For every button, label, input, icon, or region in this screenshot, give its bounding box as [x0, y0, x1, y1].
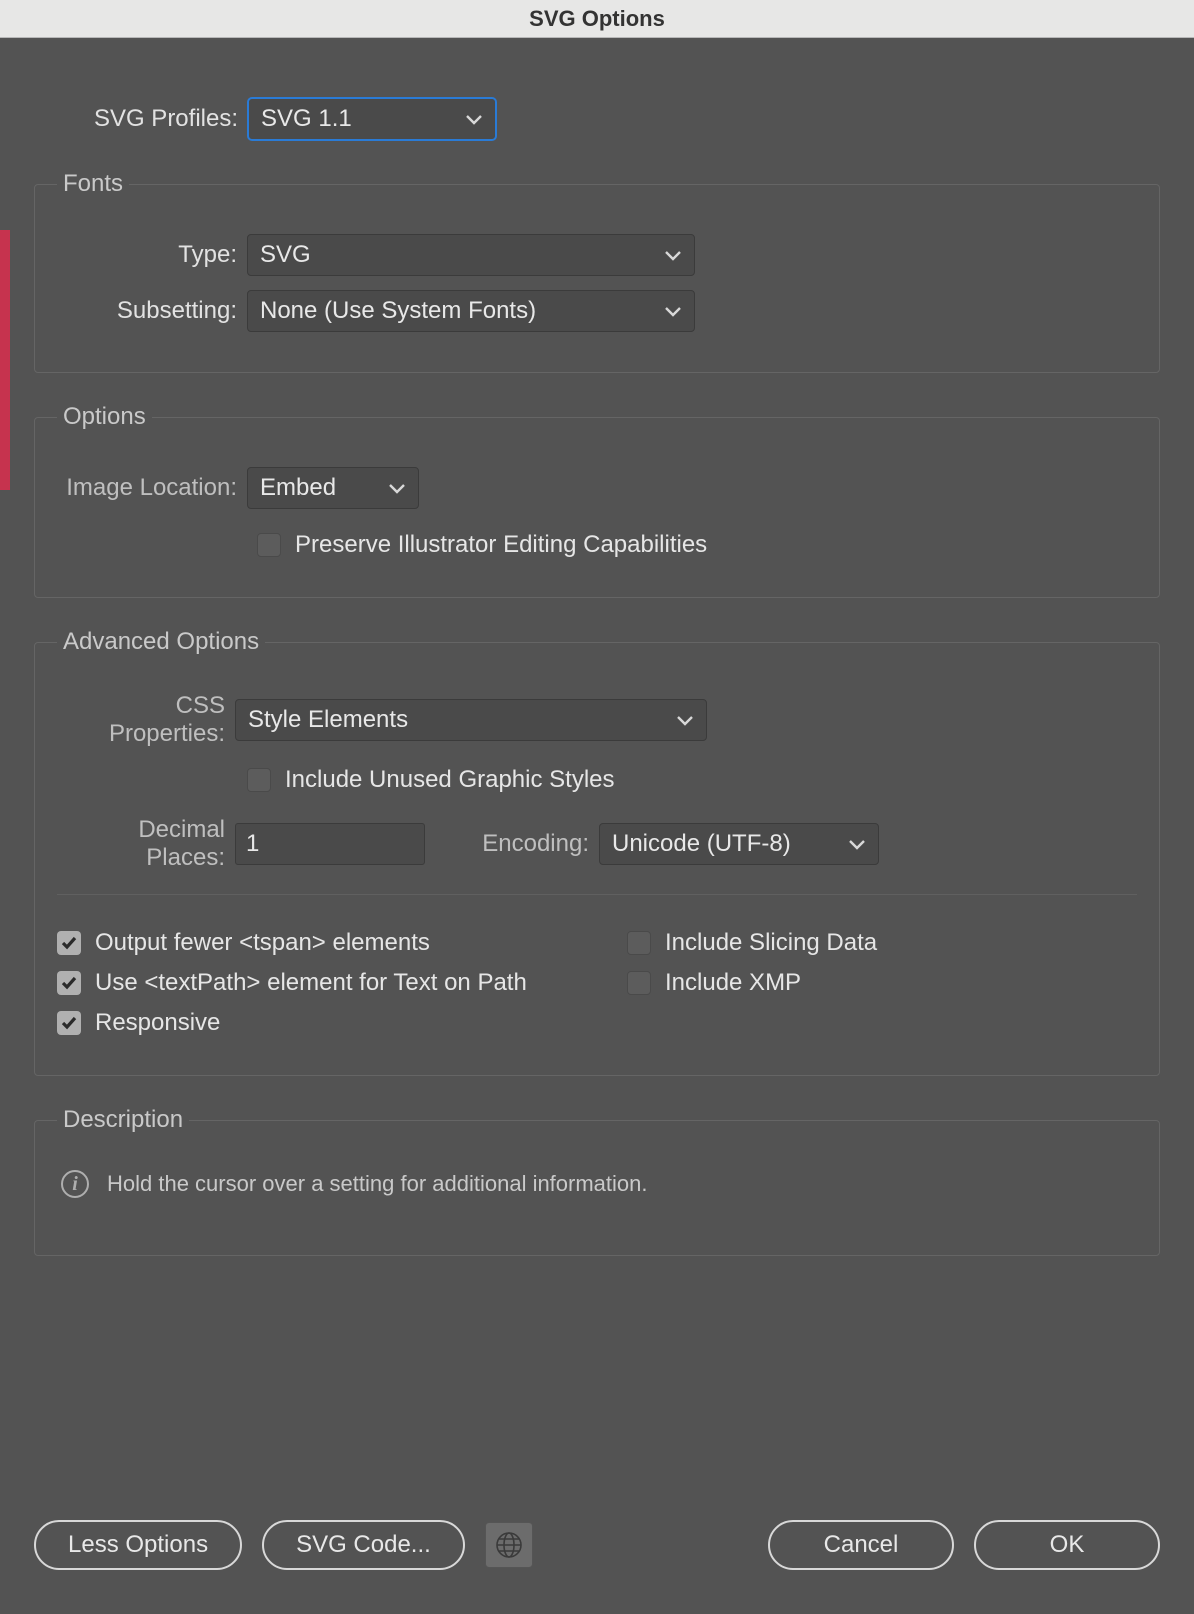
chevron-down-icon — [388, 482, 406, 494]
ok-button[interactable]: OK — [974, 1520, 1160, 1570]
output-tspan-label: Output fewer <tspan> elements — [95, 929, 430, 957]
font-subsetting-label: Subsetting: — [57, 297, 247, 325]
fonts-group: Fonts Type: SVG Subsetting: None (Use Sy… — [34, 170, 1160, 373]
decimal-places-input[interactable]: 1 — [235, 823, 425, 865]
include-xmp-checkbox[interactable] — [627, 971, 651, 995]
dialog-title: SVG Options — [529, 6, 665, 32]
decimal-places-label: Decimal Places: — [57, 816, 235, 872]
preserve-editing-checkbox[interactable] — [257, 533, 281, 557]
include-slicing-label: Include Slicing Data — [665, 929, 877, 957]
dialog-footer: Less Options SVG Code... Cancel OK — [34, 1520, 1160, 1570]
encoding-select[interactable]: Unicode (UTF-8) — [599, 823, 879, 865]
include-unused-styles-checkbox[interactable] — [247, 768, 271, 792]
image-location-select[interactable]: Embed — [247, 467, 419, 509]
cancel-button[interactable]: Cancel — [768, 1520, 954, 1570]
responsive-checkbox[interactable] — [57, 1011, 81, 1035]
fonts-legend: Fonts — [57, 170, 129, 198]
include-xmp-label: Include XMP — [665, 969, 801, 997]
encoding-value: Unicode (UTF-8) — [612, 830, 791, 858]
font-type-label: Type: — [57, 241, 247, 269]
web-preview-button[interactable] — [485, 1522, 533, 1568]
chevron-down-icon — [465, 113, 483, 125]
advanced-options-group: Advanced Options CSS Properties: Style E… — [34, 628, 1160, 1076]
less-options-button[interactable]: Less Options — [34, 1520, 242, 1570]
font-subsetting-value: None (Use System Fonts) — [260, 297, 536, 325]
decimal-places-value: 1 — [246, 830, 259, 858]
css-properties-select[interactable]: Style Elements — [235, 699, 707, 741]
description-legend: Description — [57, 1106, 189, 1134]
chevron-down-icon — [664, 249, 682, 261]
svg-profiles-label: SVG Profiles: — [34, 105, 248, 133]
options-group: Options Image Location: Embed Preserve I… — [34, 403, 1160, 598]
chevron-down-icon — [664, 305, 682, 317]
chevron-down-icon — [676, 714, 694, 726]
font-subsetting-select[interactable]: None (Use System Fonts) — [247, 290, 695, 332]
svg-profiles-value: SVG 1.1 — [261, 105, 352, 133]
window-edge-accent — [0, 230, 10, 490]
image-location-value: Embed — [260, 474, 336, 502]
textpath-label: Use <textPath> element for Text on Path — [95, 969, 527, 997]
responsive-label: Responsive — [95, 1009, 220, 1037]
css-properties-label: CSS Properties: — [57, 692, 235, 748]
options-legend: Options — [57, 403, 152, 431]
chevron-down-icon — [848, 838, 866, 850]
description-group: Description i Hold the cursor over a set… — [34, 1106, 1160, 1256]
font-type-value: SVG — [260, 241, 311, 269]
image-location-label: Image Location: — [57, 474, 247, 502]
dialog-titlebar: SVG Options — [0, 0, 1194, 38]
textpath-checkbox[interactable] — [57, 971, 81, 995]
svg-code-button[interactable]: SVG Code... — [262, 1520, 465, 1570]
info-icon: i — [61, 1170, 89, 1198]
include-unused-styles-label: Include Unused Graphic Styles — [285, 766, 615, 794]
include-slicing-checkbox[interactable] — [627, 931, 651, 955]
globe-icon — [495, 1531, 523, 1559]
advanced-options-legend: Advanced Options — [57, 628, 265, 656]
preserve-editing-label: Preserve Illustrator Editing Capabilitie… — [295, 531, 707, 559]
css-properties-value: Style Elements — [248, 706, 408, 734]
description-text: Hold the cursor over a setting for addit… — [107, 1171, 648, 1197]
encoding-label: Encoding: — [425, 830, 599, 858]
output-tspan-checkbox[interactable] — [57, 931, 81, 955]
divider — [57, 894, 1137, 895]
font-type-select[interactable]: SVG — [247, 234, 695, 276]
svg-profiles-select[interactable]: SVG 1.1 — [248, 98, 496, 140]
